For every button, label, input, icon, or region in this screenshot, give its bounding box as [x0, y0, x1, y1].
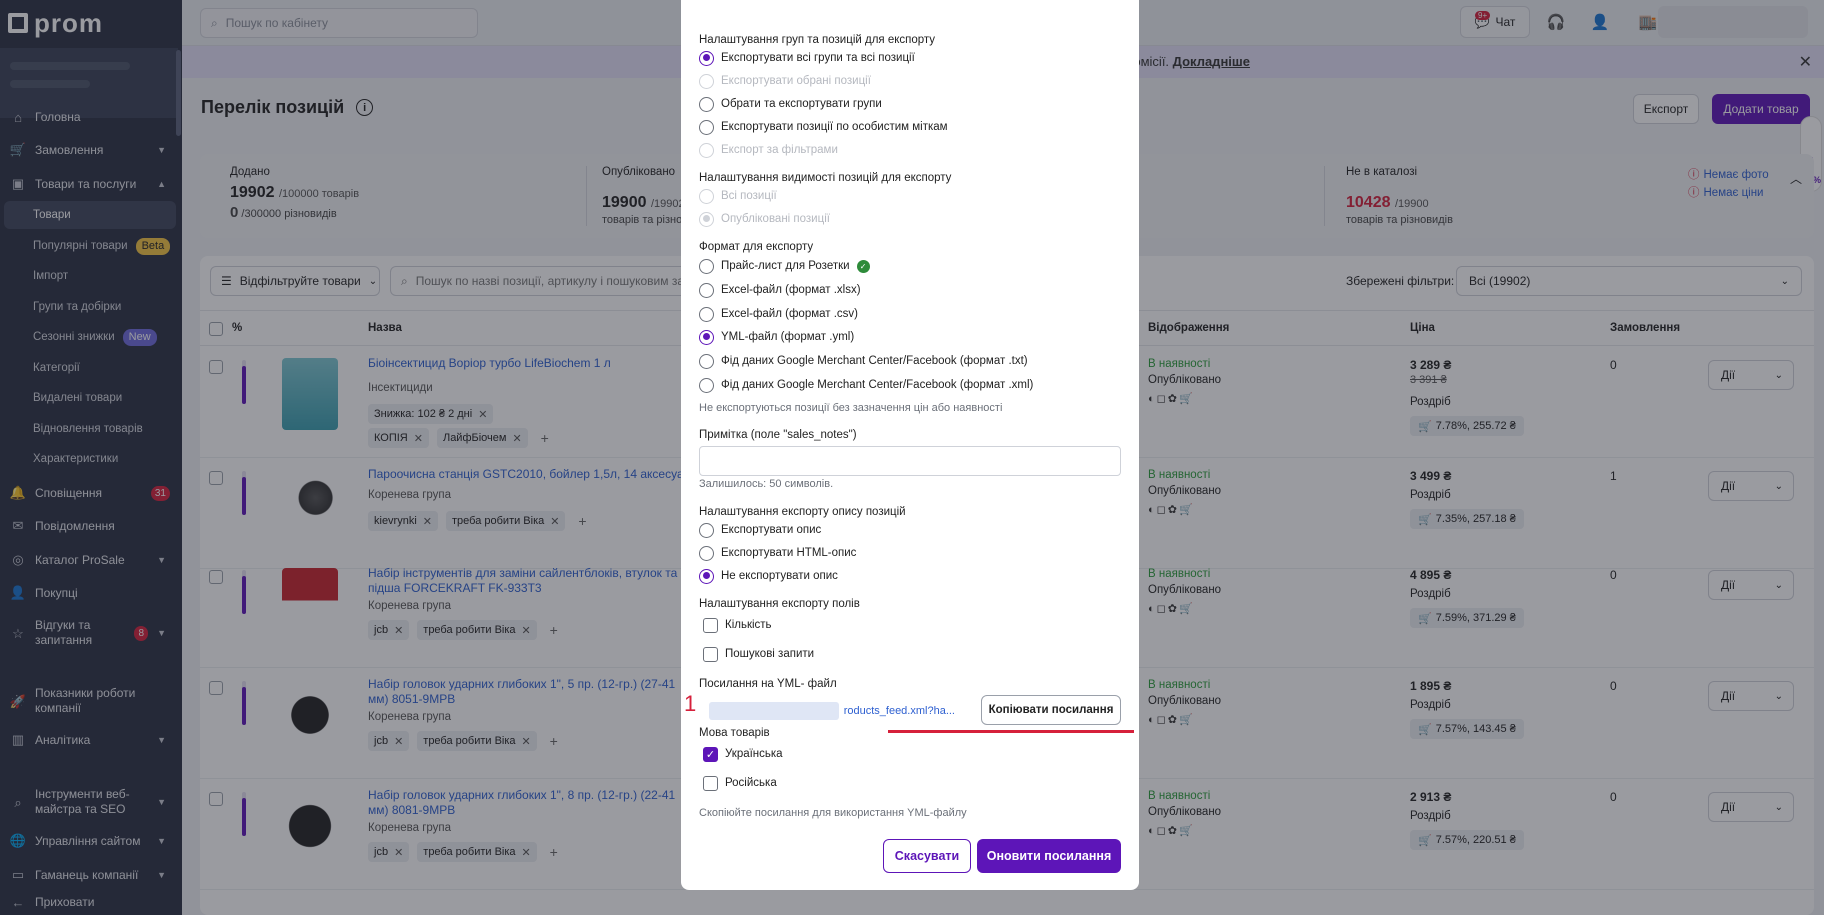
export-modal: Налаштування груп та позицій для експорт… — [681, 0, 1139, 890]
check-icon: ✓ — [703, 746, 718, 762]
lang-ukrainian-checkbox[interactable]: ✓ Українська — [703, 745, 783, 763]
format-rozetka-radio[interactable]: Прайс-лист для Розетки ✓ — [699, 257, 870, 275]
desc-none-radio[interactable]: Не експортувати опис — [699, 567, 838, 585]
format-gmc-txt-radio[interactable]: Фід даних Google Merchant Center/Faceboo… — [699, 352, 1028, 370]
format-csv-radio[interactable]: Excel-файл (формат .csv) — [699, 305, 858, 323]
desc-title: Налаштування експорту опису позицій — [699, 506, 906, 518]
format-xlsx-radio[interactable]: Excel-файл (формат .xlsx) — [699, 281, 861, 299]
annotation-number: 1 — [684, 691, 697, 716]
field-quantity-checkbox[interactable]: Кількість — [703, 616, 772, 634]
format-yml-radio[interactable]: YML-файл (формат .yml) — [699, 328, 854, 346]
field-search-queries-checkbox[interactable]: Пошукові запити — [703, 645, 814, 663]
desc-html-radio[interactable]: Експортувати HTML-опис — [699, 544, 856, 562]
visibility-published-radio: Опубліковані позиції — [699, 210, 830, 228]
cancel-button[interactable]: Скасувати — [883, 839, 971, 873]
visibility-all-radio: Всі позиції — [699, 187, 777, 205]
sales-notes-input[interactable] — [699, 446, 1121, 476]
export-all-radio[interactable]: Експортувати всі групи та всі позиції — [699, 49, 915, 67]
rozetka-icon: ✓ — [856, 259, 870, 273]
fields-title: Налаштування експорту полів — [699, 598, 860, 610]
export-by-filters-radio: Експорт за фільтрами — [699, 141, 838, 159]
visibility-title: Налаштування видимості позицій для експо… — [699, 172, 952, 184]
annotation-underline — [888, 730, 1134, 733]
note-label: Примітка (поле "sales_notes") — [699, 429, 857, 441]
copy-link-button[interactable]: Копіювати посилання — [981, 695, 1121, 725]
lang-russian-checkbox[interactable]: Російська — [703, 774, 777, 792]
export-groups-radio[interactable]: Обрати та експортувати групи — [699, 95, 882, 113]
groups-title: Налаштування груп та позицій для експорт… — [699, 34, 936, 46]
format-gmc-xml-radio[interactable]: Фід даних Google Merchant Center/Faceboo… — [699, 376, 1033, 394]
desc-export-radio[interactable]: Експортувати опис — [699, 521, 821, 539]
export-by-labels-radio[interactable]: Експортувати позиції по особистим мiткам — [699, 118, 948, 136]
lang-hint: Скопіюйте посилання для використання YML… — [699, 807, 967, 819]
export-selected-radio: Експортувати обрані позиції — [699, 72, 871, 90]
lang-title: Мова товарів — [699, 727, 770, 739]
format-title: Формат для експорту — [699, 241, 814, 253]
yml-link-field[interactable]: roducts_feed.xml?ha... — [705, 698, 967, 724]
update-link-button[interactable]: Оновити посилання — [977, 839, 1121, 873]
format-hint: Не експортуються позиції без зазначення … — [699, 402, 1003, 414]
note-hint: Залишилось: 50 символів. — [699, 478, 834, 490]
link-title: Посилання на YML- файл — [699, 678, 837, 690]
